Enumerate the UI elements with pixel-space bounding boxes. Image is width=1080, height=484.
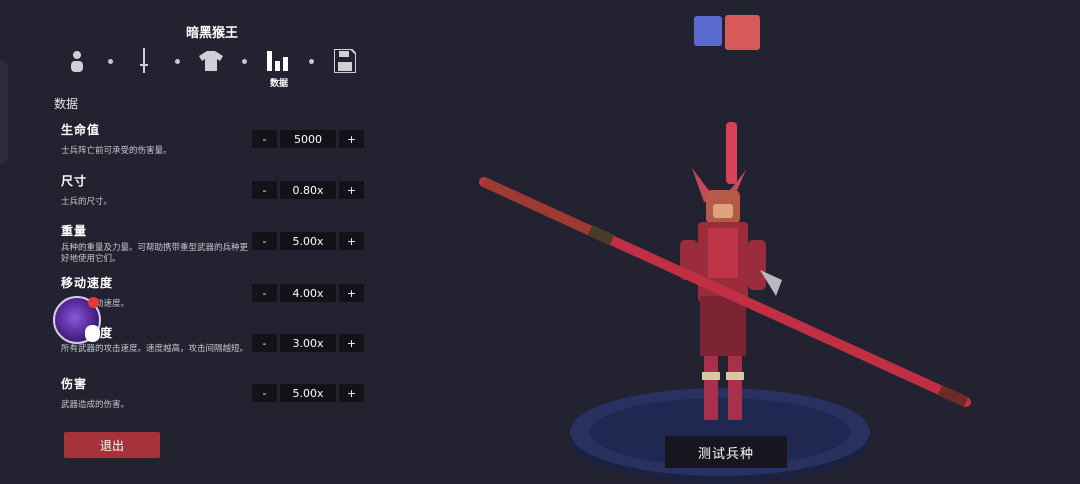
stat-value: 5.00x xyxy=(280,384,336,402)
decrease-button[interactable]: - xyxy=(252,232,277,250)
team-color-picker xyxy=(694,15,760,50)
test-unit-button[interactable]: 测试兵种 xyxy=(665,436,787,468)
stat-value: 3.00x xyxy=(280,334,336,352)
increase-button[interactable]: + xyxy=(339,181,364,199)
decrease-button[interactable]: - xyxy=(252,181,277,199)
notification-badge xyxy=(88,297,99,308)
health-stepper: - 5000 + xyxy=(252,130,364,148)
increase-button[interactable]: + xyxy=(339,284,364,302)
stat-description: 兵种的重量及力量。可帮助携带重型武器的兵种更好地使用它们。 xyxy=(61,243,249,264)
stat-description: 士兵阵亡前可承受的伤害量。 xyxy=(61,146,172,156)
stat-move-speed: 移动速度 士兵的移动速度。 - 4.00x + xyxy=(61,274,371,310)
increase-button[interactable]: + xyxy=(339,384,364,402)
stat-attack-speed: 攻击速度 所有武器的攻击速度。速度越高，攻击间隔越短。 - 3.00x + xyxy=(61,324,371,355)
move-speed-stepper: - 4.00x + xyxy=(252,284,364,302)
stat-value: 0.80x xyxy=(280,181,336,199)
decrease-button[interactable]: - xyxy=(252,384,277,402)
increase-button[interactable]: + xyxy=(339,334,364,352)
stat-damage: 伤害 武器造成的伤害。 - 5.00x + xyxy=(61,375,371,411)
stat-value: 5000 xyxy=(280,130,336,148)
stat-value: 4.00x xyxy=(280,284,336,302)
weight-stepper: - 5.00x + xyxy=(252,232,364,250)
decrease-button[interactable]: - xyxy=(252,130,277,148)
step-clothing[interactable] xyxy=(196,46,226,76)
team-red-swatch[interactable] xyxy=(725,15,760,50)
stat-description: 武器造成的伤害。 xyxy=(61,400,130,410)
stat-description: 士兵的尺寸。 xyxy=(61,197,113,207)
step-body[interactable] xyxy=(62,46,92,76)
monkey-king-figure xyxy=(680,122,782,420)
sword-icon xyxy=(140,48,148,73)
section-title: 数据 xyxy=(54,97,79,111)
save-icon xyxy=(334,49,356,73)
size-stepper: - 0.80x + xyxy=(252,181,364,199)
step-stats[interactable] xyxy=(263,46,293,76)
editor-steps: 数据 xyxy=(62,46,362,90)
increase-button[interactable]: + xyxy=(339,232,364,250)
penguin-icon xyxy=(85,325,100,342)
increase-button[interactable]: + xyxy=(339,130,364,148)
shirt-icon xyxy=(199,51,223,71)
side-drawer-handle[interactable] xyxy=(0,60,8,164)
stat-size: 尺寸 士兵的尺寸。 - 0.80x + xyxy=(61,172,371,208)
step-weapon[interactable] xyxy=(129,46,159,76)
unit-title: 暗黑猴王 xyxy=(185,26,238,41)
unit-preview[interactable] xyxy=(470,110,990,484)
stat-value: 5.00x xyxy=(280,232,336,250)
damage-stepper: - 5.00x + xyxy=(252,384,364,402)
person-icon xyxy=(71,51,83,72)
step-stats-label: 数据 xyxy=(269,79,288,89)
decrease-button[interactable]: - xyxy=(252,334,277,352)
stat-weight: 重量 兵种的重量及力量。可帮助携带重型武器的兵种更好地使用它们。 - 5.00x… xyxy=(61,222,371,265)
team-blue-swatch[interactable] xyxy=(694,16,722,46)
attack-speed-stepper: - 3.00x + xyxy=(252,334,364,352)
stat-health: 生命值 士兵阵亡前可承受的伤害量。 - 5000 + xyxy=(61,121,371,157)
stat-description: 所有武器的攻击速度。速度越高，攻击间隔越短。 xyxy=(61,344,249,354)
step-save[interactable] xyxy=(330,46,360,76)
decrease-button[interactable]: - xyxy=(252,284,277,302)
exit-button[interactable]: 退出 xyxy=(64,432,160,458)
bar-chart-icon xyxy=(267,51,288,71)
